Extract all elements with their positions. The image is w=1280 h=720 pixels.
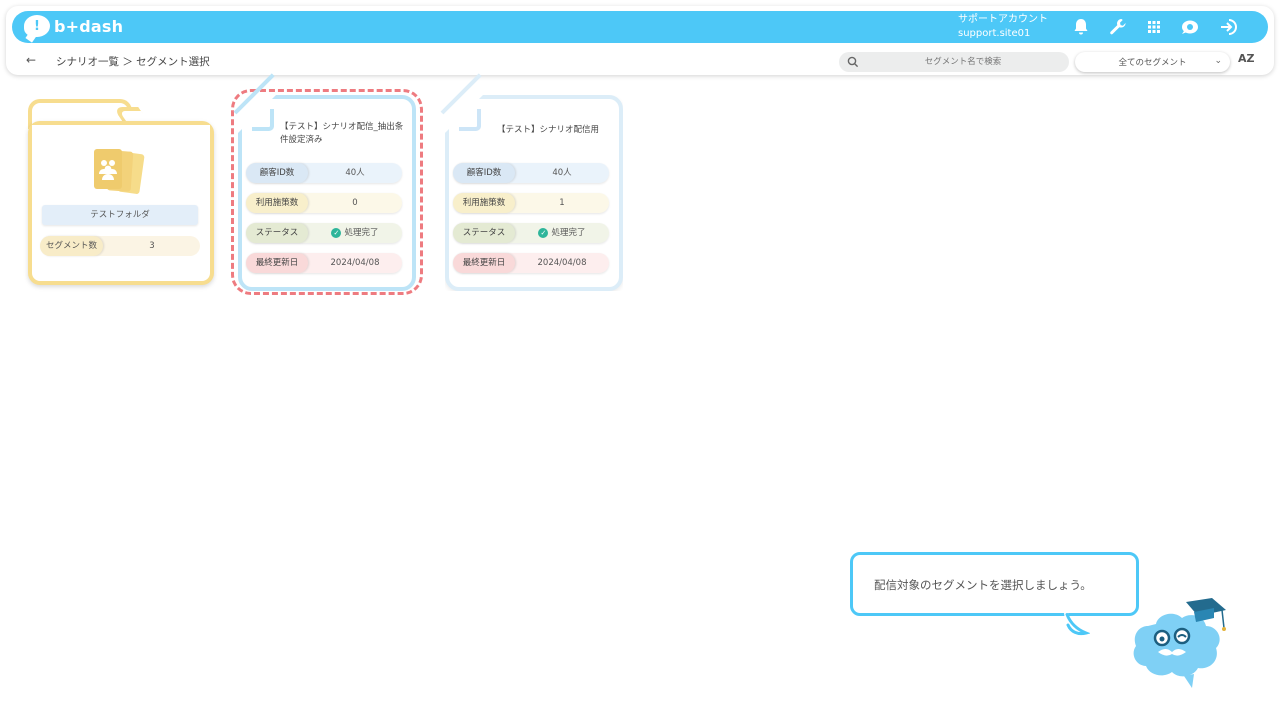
segment-title: 【テスト】シナリオ配信用 xyxy=(497,125,600,135)
segment-filter-value: 全てのセグメント xyxy=(1118,58,1187,68)
updated-label: 最終更新日 xyxy=(246,253,308,273)
mascot-icon xyxy=(1133,598,1226,688)
search-input[interactable] xyxy=(863,52,1063,72)
check-circle-icon: ✓ xyxy=(538,228,549,238)
customer-count-value: 40人 xyxy=(345,168,365,178)
updated-row: 最終更新日 2024/04/08 xyxy=(453,253,609,273)
account-info[interactable]: サポートアカウント support.site01 xyxy=(958,13,1048,41)
guide-tooltip: 配信対象のセグメントを選択しましょう。 xyxy=(850,552,1139,616)
status-value: 処理完了 xyxy=(344,228,379,238)
breadcrumb[interactable]: シナリオ一覧 ＞ セグメント選択 xyxy=(56,54,210,69)
status-value-wrap: ✓ 処理完了 xyxy=(308,223,402,243)
folder-tab-joint xyxy=(32,125,210,133)
customer-count-label: 顧客ID数 xyxy=(453,163,515,183)
sort-az-button[interactable]: AZ xyxy=(1238,52,1255,65)
logout-icon[interactable] xyxy=(1218,17,1240,37)
guide-tooltip-text: 配信対象のセグメントを選択しましょう。 xyxy=(874,578,1092,592)
segment-search[interactable] xyxy=(839,52,1069,72)
status-value-wrap: ✓ 処理完了 xyxy=(515,223,609,243)
logo[interactable]: ! b+dash xyxy=(24,15,123,37)
wrench-icon[interactable] xyxy=(1107,17,1129,37)
usage-count-label: 利用施策数 xyxy=(246,193,308,213)
usage-count-label: 利用施策数 xyxy=(453,193,515,213)
updated-value: 2024/04/08 xyxy=(537,258,587,268)
status-label: ステータス xyxy=(246,223,308,243)
grid-icon[interactable] xyxy=(1143,17,1165,37)
folder-body xyxy=(28,121,214,285)
bell-icon[interactable] xyxy=(1070,17,1092,37)
usage-count-value: 0 xyxy=(352,198,358,208)
folder-name: テストフォルダ xyxy=(42,205,198,225)
check-circle-icon: ✓ xyxy=(331,228,342,238)
customer-count-row: 顧客ID数 40人 xyxy=(246,163,402,183)
segment-title: 【テスト】シナリオ配信_抽出条件設定済み xyxy=(280,122,404,145)
segment-count-value: 3 xyxy=(149,241,155,251)
status-label: ステータス xyxy=(453,223,515,243)
tooltip-tail xyxy=(1064,613,1090,636)
usage-count-value: 1 xyxy=(559,198,565,208)
segment-card[interactable]: 【テスト】シナリオ配信用 顧客ID数 40人 利用施策数 1 ステータス ✓ 処… xyxy=(440,73,623,291)
segment-count-label: セグメント数 xyxy=(40,236,104,256)
status-row: ステータス ✓ 処理完了 xyxy=(453,223,609,243)
sub-toolbar: ← シナリオ一覧 ＞ セグメント選択 全てのセグメント ⌄ AZ xyxy=(6,49,1274,75)
updated-value: 2024/04/08 xyxy=(330,258,380,268)
back-arrow-icon[interactable]: ← xyxy=(26,53,36,67)
support-chat-icon[interactable] xyxy=(1179,17,1201,37)
logo-bubble-icon: ! xyxy=(24,15,50,37)
customer-count-row: 顧客ID数 40人 xyxy=(453,163,609,183)
segment-stack-icon xyxy=(94,149,145,194)
account-label: サポートアカウント xyxy=(958,14,1048,25)
search-icon xyxy=(847,56,859,68)
status-row: ステータス ✓ 処理完了 xyxy=(246,223,402,243)
folder-card[interactable]: テストフォルダ セグメント数 3 xyxy=(28,99,214,285)
document-corner-icon xyxy=(252,109,274,131)
customer-count-value: 40人 xyxy=(552,168,572,178)
segment-count-row: セグメント数 3 xyxy=(40,236,200,256)
account-id: support.site01 xyxy=(958,28,1031,39)
usage-count-row: 利用施策数 0 xyxy=(246,193,402,213)
segment-filter-select[interactable]: 全てのセグメント ⌄ xyxy=(1075,52,1230,72)
customer-count-label: 顧客ID数 xyxy=(246,163,308,183)
chevron-down-icon: ⌄ xyxy=(1214,56,1222,66)
status-value: 処理完了 xyxy=(551,228,586,238)
header: ! b+dash サポートアカウント support.site01 ← シナリオ… xyxy=(6,6,1274,75)
segment-card[interactable]: 【テスト】シナリオ配信_抽出条件設定済み 顧客ID数 40人 利用施策数 0 ス… xyxy=(233,73,416,291)
logo-text: b+dash xyxy=(54,16,124,36)
usage-count-row: 利用施策数 1 xyxy=(453,193,609,213)
document-corner-icon xyxy=(459,109,481,131)
updated-label: 最終更新日 xyxy=(453,253,515,273)
updated-row: 最終更新日 2024/04/08 xyxy=(246,253,402,273)
top-bar: ! b+dash サポートアカウント support.site01 xyxy=(12,11,1268,43)
